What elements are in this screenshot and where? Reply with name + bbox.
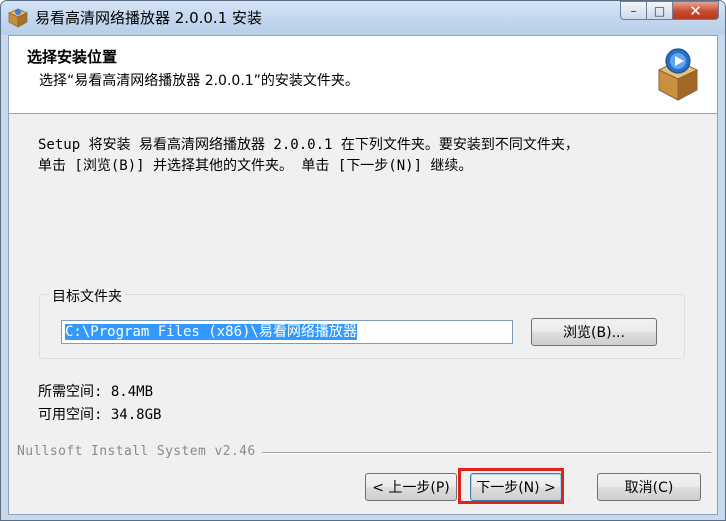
- page-header: 选择安装位置 选择“易看高清网络播放器 2.0.0.1”的安装文件夹。: [9, 36, 717, 114]
- maximize-icon: □: [653, 3, 666, 18]
- minimize-button[interactable]: –: [620, 1, 647, 20]
- cancel-button[interactable]: 取消(C): [597, 473, 701, 501]
- browse-button[interactable]: 浏览(B)...: [531, 318, 657, 346]
- cancel-button-label: 取消(C): [624, 480, 674, 496]
- branding-separator: Nullsoft Install System v2.46: [17, 444, 711, 460]
- installer-package-icon: [657, 48, 699, 101]
- minimize-icon: –: [630, 3, 637, 18]
- destination-path-input[interactable]: C:\Program Files (x86)\易看网络播放器: [61, 320, 513, 344]
- instructions-line-1: Setup 将安装 易看高清网络播放器 2.0.0.1 在下列文件夹。要安装到不…: [38, 137, 579, 153]
- close-button[interactable]: ✕: [673, 1, 719, 20]
- caption-buttons: – □ ✕: [620, 1, 719, 23]
- back-button-label: < 上一步(P): [372, 480, 450, 496]
- back-button[interactable]: < 上一步(P): [365, 473, 457, 501]
- installer-box-icon: [8, 8, 28, 28]
- page-subtitle: 选择“易看高清网络播放器 2.0.0.1”的安装文件夹。: [39, 73, 359, 89]
- window-title: 易看高清网络播放器 2.0.0.1 安装: [35, 9, 263, 27]
- destination-folder-label: 目标文件夹: [49, 286, 125, 306]
- instructions-line-2: 单击 [浏览(B)] 并选择其他的文件夹。 单击 [下一步(N)] 继续。: [38, 158, 473, 174]
- title-bar[interactable]: 易看高清网络播放器 2.0.0.1 安装 – □ ✕: [1, 1, 725, 35]
- close-icon: ✕: [689, 1, 702, 20]
- installer-window: 易看高清网络播放器 2.0.0.1 安装 – □ ✕ 选择安装位置 选择“易看高…: [0, 0, 726, 521]
- installer-page: 选择安装位置 选择“易看高清网络播放器 2.0.0.1”的安装文件夹。 Setu…: [8, 35, 718, 515]
- next-button-highlight: [458, 468, 564, 504]
- destination-path-value: C:\Program Files (x86)\易看网络播放器: [65, 324, 357, 340]
- maximize-button[interactable]: □: [647, 1, 673, 20]
- instructions-text: Setup 将安装 易看高清网络播放器 2.0.0.1 在下列文件夹。要安装到不…: [38, 135, 698, 177]
- branding-text: Nullsoft Install System v2.46: [17, 444, 262, 459]
- space-required: 所需空间: 8.4MB: [38, 384, 154, 400]
- space-available: 可用空间: 34.8GB: [38, 407, 162, 423]
- browse-button-label: 浏览(B)...: [563, 325, 625, 341]
- page-title: 选择安装位置: [27, 48, 118, 66]
